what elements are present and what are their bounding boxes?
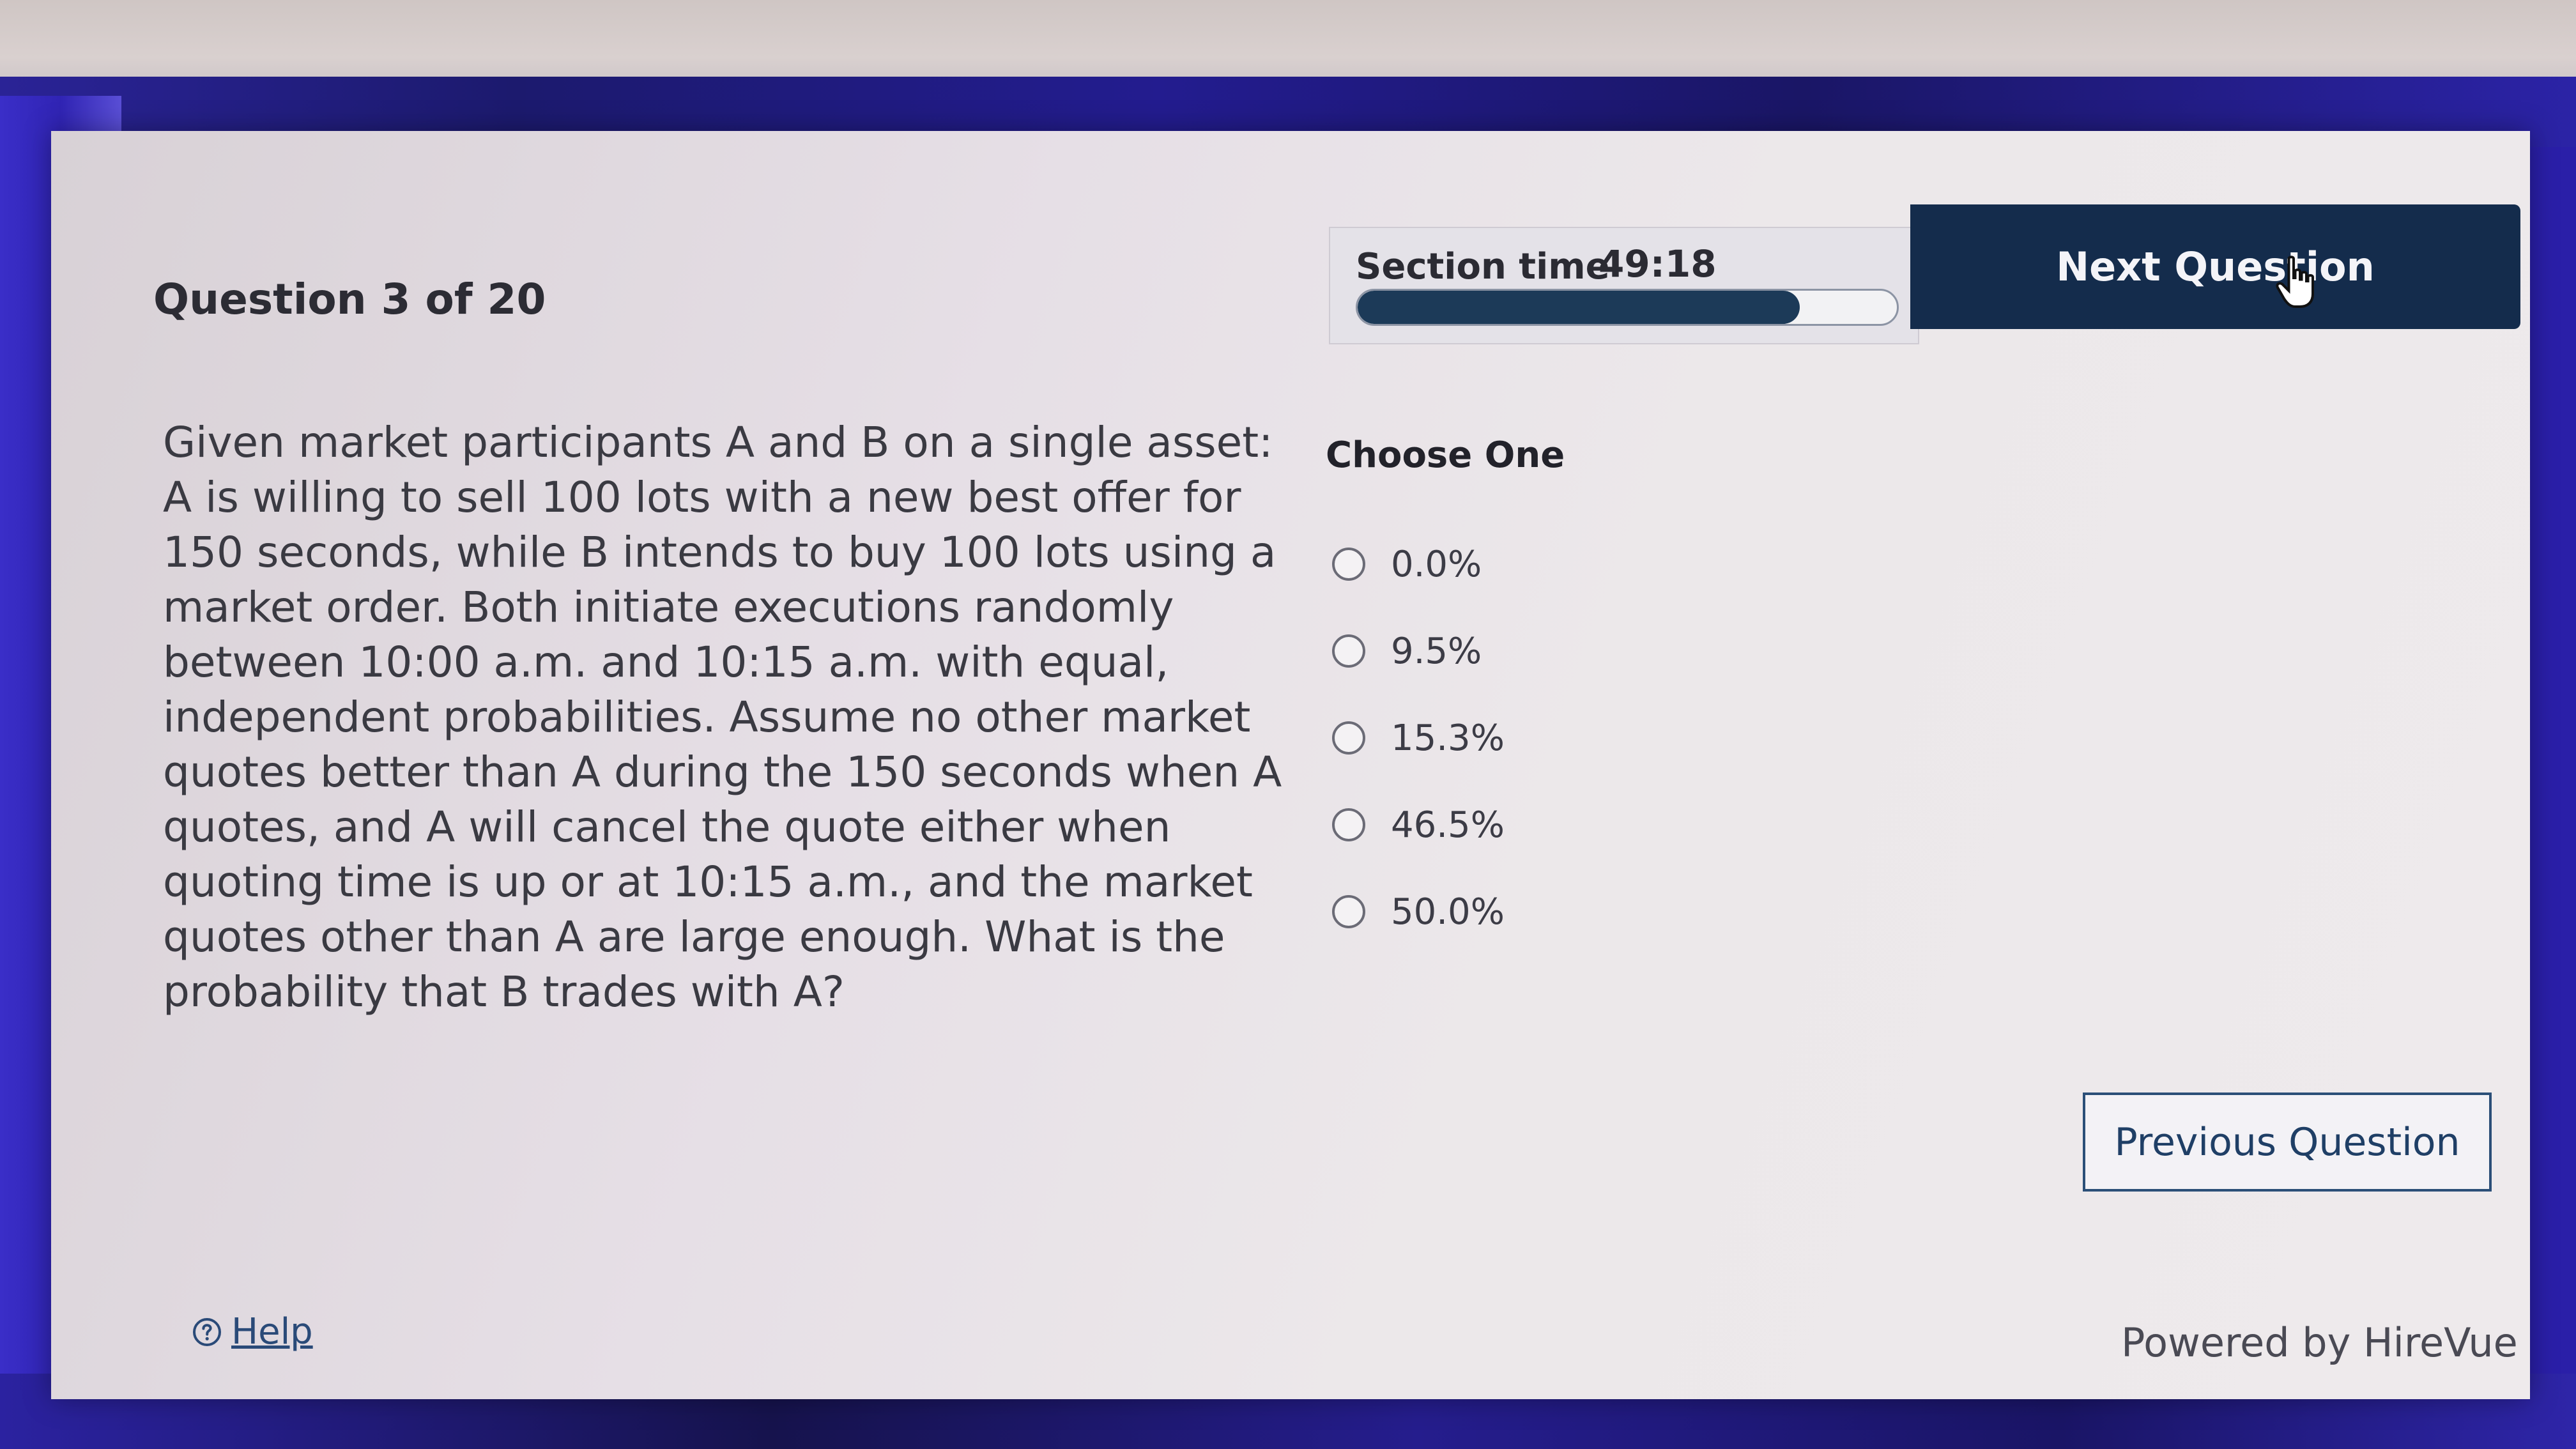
choose-one-label: Choose One — [1326, 434, 1565, 476]
hand-pointer-icon — [2276, 256, 2314, 308]
answer-option[interactable]: 46.5% — [1332, 781, 1505, 868]
radio-button[interactable] — [1332, 808, 1365, 841]
section-time-label: Section time — [1356, 246, 1610, 288]
answer-option-label: 50.0% — [1391, 891, 1505, 933]
radio-button[interactable] — [1332, 721, 1365, 755]
previous-question-button[interactable]: Previous Question — [2083, 1092, 2492, 1192]
answer-options: 0.0% 9.5% 15.3% 46.5% 50.0% — [1332, 521, 1505, 955]
answer-option-label: 15.3% — [1391, 717, 1505, 759]
answer-option-label: 46.5% — [1391, 804, 1505, 846]
next-question-button[interactable]: Next Question — [1910, 204, 2520, 329]
radio-button[interactable] — [1332, 895, 1365, 928]
question-circle-icon — [193, 1317, 221, 1346]
answer-option[interactable]: 0.0% — [1332, 521, 1505, 608]
section-timer: Section time 49:18 — [1329, 227, 1919, 344]
answer-option[interactable]: 15.3% — [1332, 694, 1505, 781]
answer-option-label: 0.0% — [1391, 543, 1482, 585]
answer-option[interactable]: 9.5% — [1332, 608, 1505, 694]
answer-option[interactable]: 50.0% — [1332, 868, 1505, 955]
time-progress-bar — [1356, 289, 1899, 326]
radio-button[interactable] — [1332, 548, 1365, 581]
help-label[interactable]: Help — [231, 1311, 313, 1353]
radio-button[interactable] — [1332, 634, 1365, 668]
question-text: Given market participants A and B on a s… — [163, 418, 1282, 1016]
section-time-value: 49:18 — [1598, 242, 1717, 286]
time-progress-fill — [1358, 291, 1800, 324]
powered-by-text: Powered by HireVue — [2121, 1319, 2518, 1366]
question-counter: Question 3 of 20 — [153, 275, 546, 324]
help-link[interactable]: Help — [192, 1311, 313, 1353]
answer-option-label: 9.5% — [1391, 630, 1482, 672]
